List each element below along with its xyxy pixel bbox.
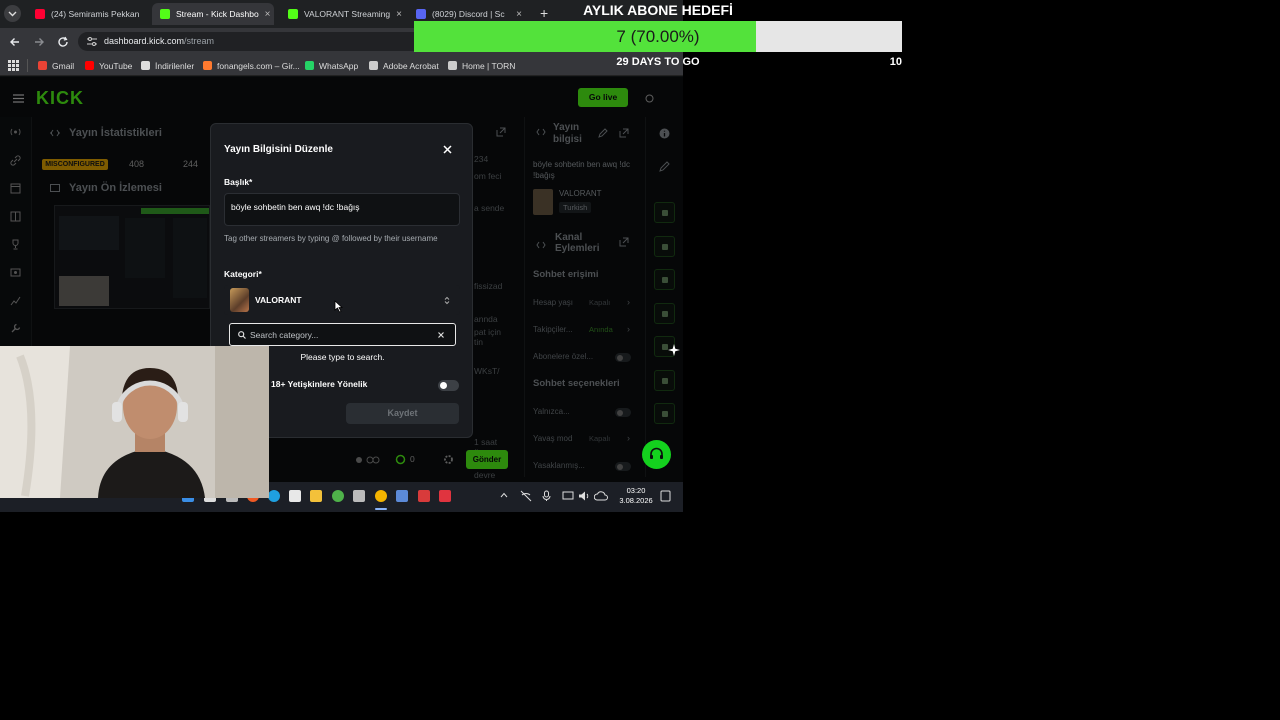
bookmarks-divider — [27, 59, 28, 72]
active-app-indicator — [375, 508, 387, 510]
cloud-icon[interactable] — [594, 490, 608, 502]
tab-search-button[interactable] — [4, 5, 21, 22]
clear-search-icon[interactable] — [438, 332, 444, 338]
tab-favicon-icon — [35, 9, 45, 19]
mature-content-label: 18+ Yetişkinlere Yönelik — [271, 379, 368, 389]
bookmark-item[interactable]: fonangels.com – Gir... — [203, 59, 300, 72]
select-arrows-icon — [444, 296, 450, 305]
headset-icon — [650, 447, 663, 459]
browser-tab[interactable]: Stream - Kick Dashbo × — [152, 3, 274, 25]
bookmark-favicon-icon — [369, 61, 378, 70]
mouse-cursor-icon — [334, 300, 343, 313]
url-path: /stream — [184, 36, 215, 46]
save-button[interactable]: Kaydet — [346, 403, 459, 424]
sparkle-icon[interactable] — [667, 343, 681, 357]
tab-close-icon[interactable]: × — [390, 9, 402, 20]
bookmark-label: fonangels.com – Gir... — [217, 60, 300, 71]
bookmark-label: YouTube — [99, 60, 133, 71]
app-red-icon[interactable] — [418, 490, 430, 502]
webcam-overlay — [0, 346, 269, 498]
mature-content-toggle[interactable] — [438, 380, 459, 391]
subscriber-goal-target: 10 — [889, 56, 902, 68]
subscriber-goal-title: AYLIK ABONE HEDEFİ — [583, 2, 733, 18]
close-icon[interactable] — [443, 145, 452, 154]
chrome-icon[interactable] — [375, 490, 387, 502]
bookmark-item[interactable]: İndirilenler — [141, 59, 194, 72]
store-icon[interactable] — [289, 490, 301, 502]
tab-title: VALORANT Streaming — [304, 9, 391, 19]
reload-icon[interactable] — [57, 36, 69, 48]
subscriber-goal-bar: 7 (70.00%) — [414, 21, 902, 52]
chevron-up-icon[interactable] — [500, 492, 508, 498]
subscriber-goal-days: 29 DAYS TO GO — [616, 56, 700, 68]
network-off-icon[interactable] — [520, 490, 532, 502]
clock-time: 03:20 — [626, 486, 646, 495]
edge-icon[interactable] — [268, 490, 280, 502]
site-settings-icon[interactable] — [87, 37, 97, 46]
apps-grid-icon[interactable] — [8, 60, 19, 71]
tab-favicon-icon — [288, 9, 298, 19]
webcam-image — [0, 346, 269, 498]
notifications-icon[interactable] — [660, 490, 671, 502]
support-chat-button[interactable] — [642, 440, 671, 469]
bookmark-favicon-icon — [141, 61, 150, 70]
bookmark-item[interactable]: YouTube — [85, 59, 132, 72]
tab-title: Stream - Kick Dashbo — [176, 9, 259, 19]
selected-category: VALORANT — [255, 295, 302, 305]
speaker-icon[interactable] — [578, 490, 590, 502]
bookmark-favicon-icon — [85, 61, 94, 70]
browser-tab[interactable]: (24) Semiramis Pekkan× — [27, 3, 145, 25]
xbox-icon[interactable] — [332, 490, 344, 502]
app-pink-icon[interactable] — [439, 490, 451, 502]
subscriber-goal-text: 7 (70.00%) — [616, 27, 700, 46]
search-icon — [238, 331, 246, 339]
forward-arrow-icon[interactable] — [33, 36, 45, 48]
file-explorer-icon[interactable] — [310, 490, 322, 502]
tab-close-icon[interactable]: × — [259, 9, 271, 20]
tab-favicon-icon — [160, 9, 170, 19]
category-search-input[interactable]: Search category... — [229, 323, 456, 346]
tab-title: (24) Semiramis Pekkan — [51, 9, 140, 19]
bookmark-label: İndirilenler — [155, 60, 195, 71]
valorant-category-image — [230, 288, 249, 312]
back-arrow-icon[interactable] — [9, 36, 21, 48]
bookmark-label: WhatsApp — [319, 60, 359, 71]
tag-hint-text: Tag other streamers by typing @ followed… — [224, 234, 438, 243]
settings-icon[interactable] — [353, 490, 365, 502]
tab-close-icon[interactable]: × — [139, 9, 145, 20]
modal-title: Yayın Bilgisini Düzenle — [224, 144, 333, 155]
title-label: Başlık* — [224, 177, 253, 187]
search-placeholder: Search category... — [250, 330, 319, 340]
browser-tab[interactable]: VALORANT Streaming × — [280, 3, 402, 25]
bookmark-favicon-icon — [305, 61, 314, 70]
category-label: Kategori* — [224, 269, 262, 279]
clock-date: 3.08.2026 — [619, 496, 653, 505]
steam-icon[interactable] — [396, 490, 408, 502]
chevron-down-icon — [8, 11, 17, 17]
microphone-icon[interactable] — [542, 490, 551, 502]
monitor-icon[interactable] — [562, 490, 574, 502]
stream-title-input[interactable]: böyle sohbetin ben awq !dc !bağış — [224, 193, 460, 226]
bookmark-favicon-icon — [203, 61, 212, 70]
url-host: dashboard.kick.com — [104, 36, 185, 46]
bookmark-item[interactable]: Gmail — [38, 59, 74, 72]
bookmark-label: Gmail — [52, 60, 75, 71]
clock[interactable]: 03:20 3.08.2026 — [616, 486, 656, 506]
bookmark-favicon-icon — [38, 61, 47, 70]
bookmark-item[interactable]: WhatsApp — [305, 59, 358, 72]
